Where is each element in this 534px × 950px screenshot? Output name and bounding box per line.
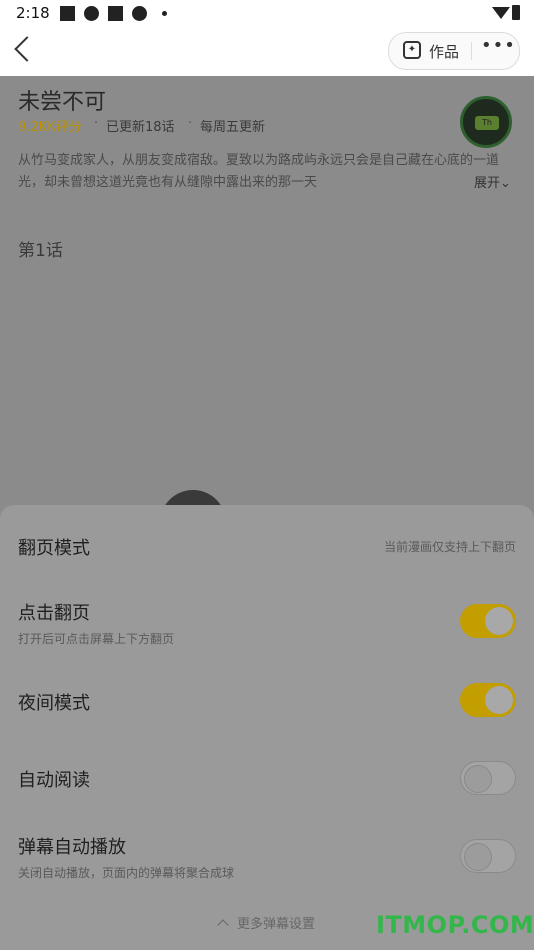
reader-settings-sheet: 翻页模式 当前漫画仅支持上下翻页 点击翻页 打开后可点击屏幕上下方翻页 夜间模式…	[0, 505, 534, 950]
danmaku-autoplay-toggle[interactable]	[460, 839, 516, 873]
danmaku-autoplay-description: 关闭自动播放，页面内的弹幕将聚合成球	[18, 866, 235, 880]
chevron-down-icon: ⌄	[500, 176, 511, 191]
danmaku-autoplay-label: 弹幕自动播放	[18, 837, 126, 858]
update-schedule: 每周五更新	[200, 120, 266, 135]
notification-square-icon	[108, 6, 123, 21]
toggle-knob	[485, 607, 513, 635]
notification-app-icon	[132, 6, 147, 21]
toggle-knob	[485, 686, 513, 714]
battery-icon	[512, 5, 520, 20]
auto-read-toggle[interactable]	[460, 761, 516, 795]
wifi-icon	[492, 7, 510, 19]
chevron-up-icon	[217, 919, 229, 931]
tap-page-toggle[interactable]	[460, 604, 516, 638]
meta-separator: ·	[188, 116, 193, 131]
comic-description: 从竹马变成家人，从朋友变成宿敌。夏致以为路成屿永远只会是自己藏在心底的一道光，却…	[18, 153, 500, 190]
site-watermark: ITMOP.COM	[376, 911, 534, 939]
night-mode-toggle[interactable]	[460, 683, 516, 717]
status-time: 2:18	[16, 4, 50, 22]
notification-square-icon	[60, 6, 75, 21]
tap-page-label: 点击翻页	[18, 603, 90, 624]
back-arrow-icon[interactable]	[14, 36, 40, 62]
chapter-title: 第1话	[18, 241, 63, 261]
episodes-updated: 已更新18话	[106, 120, 175, 135]
more-danmaku-settings-label: 更多弹幕设置	[236, 917, 315, 932]
meta-separator: ·	[94, 116, 99, 131]
toggle-knob	[464, 843, 492, 871]
tap-page-description: 打开后可点击屏幕上下方翻页	[18, 632, 175, 646]
capsule-divider	[471, 42, 472, 60]
page-mode-row: 翻页模式 当前漫画仅支持上下翻页	[0, 505, 534, 585]
comic-title: 未尝不可	[18, 90, 107, 115]
avatar-badge: Th	[475, 116, 499, 130]
author-avatar[interactable]: Th	[460, 96, 512, 148]
auto-read-label: 自动阅读	[18, 770, 90, 791]
night-mode-label: 夜间模式	[18, 693, 90, 714]
more-options-icon[interactable]: •••	[481, 35, 516, 56]
tap-page-row: 点击翻页 打开后可点击屏幕上下方翻页	[0, 585, 534, 665]
expand-label: 展开	[474, 176, 501, 191]
notification-app-icon	[84, 6, 99, 21]
danmaku-autoplay-row: 弹幕自动播放 关闭自动播放，页面内的弹幕将聚合成球	[0, 817, 534, 907]
top-bar: ✦ 作品 •••	[0, 26, 534, 76]
page-mode-label: 翻页模式	[18, 538, 90, 559]
top-capsule-menu: ✦ 作品 •••	[388, 32, 520, 70]
toggle-knob	[464, 765, 492, 793]
night-mode-row: 夜间模式	[0, 665, 534, 737]
works-button[interactable]: 作品	[429, 41, 459, 62]
comic-score: 9.2KK评分	[18, 120, 82, 135]
more-notifications-dot-icon	[162, 11, 167, 16]
works-icon[interactable]: ✦	[403, 41, 421, 59]
expand-button[interactable]: 展开⌄	[470, 172, 511, 191]
status-bar: 2:18	[0, 0, 534, 26]
auto-read-row: 自动阅读	[0, 737, 534, 817]
page-mode-hint: 当前漫画仅支持上下翻页	[383, 540, 516, 554]
